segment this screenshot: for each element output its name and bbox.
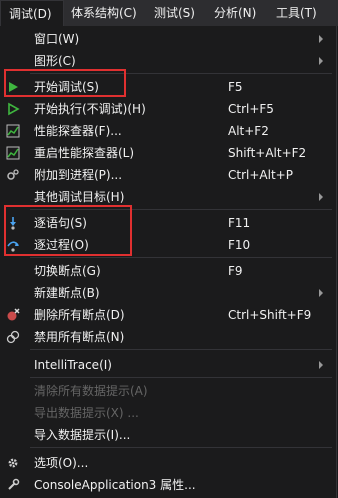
menu-test[interactable]: 测试(S) — [154, 0, 195, 26]
menu-item-label: 导出数据提示(X) ... — [34, 406, 139, 420]
menu-item-start-without-debugging[interactable]: 开始执行(不调试)(H) Ctrl+F5 — [0, 98, 336, 120]
shortcut-label: Ctrl+F5 — [228, 102, 274, 116]
menu-item-label: 清除所有数据提示(A) — [34, 384, 148, 398]
shortcut-label: Ctrl+Shift+F9 — [228, 308, 312, 322]
menu-item-label: 选项(O)... — [34, 456, 89, 470]
menu-bar: 调试(D) 体系结构(C) 测试(S) 分析(N) 工具(T) — [0, 0, 338, 26]
menu-item-delete-all-breakpoints[interactable]: 删除所有断点(D) Ctrl+Shift+F9 — [0, 304, 336, 326]
menu-item-disable-all-breakpoints[interactable]: 禁用所有断点(N) — [0, 326, 336, 348]
menu-item-label: 重启性能探查器(L) — [34, 146, 135, 160]
menu-item-label: 窗口(W) — [34, 32, 80, 46]
menu-separator — [30, 257, 332, 258]
menu-item-import-datatips[interactable]: 导入数据提示(I)... — [0, 424, 336, 446]
shortcut-label: F5 — [228, 80, 243, 94]
submenu-arrow-icon — [319, 289, 323, 297]
menu-separator — [30, 377, 332, 378]
performance-chart-icon — [6, 124, 20, 138]
shortcut-label: Alt+F2 — [228, 124, 269, 138]
menu-item-label: 导入数据提示(I)... — [34, 428, 131, 442]
submenu-arrow-icon — [319, 35, 323, 43]
menu-analyze[interactable]: 分析(N) — [214, 0, 256, 26]
menu-item-window[interactable]: 窗口(W) — [0, 28, 336, 50]
gears-icon — [7, 169, 19, 180]
shortcut-label: F10 — [228, 238, 251, 252]
menu-item-attach-to-process[interactable]: 附加到进程(P)... Ctrl+Alt+P — [0, 164, 336, 186]
menu-item-label: 删除所有断点(D) — [34, 308, 125, 322]
menu-item-options[interactable]: 选项(O)... — [0, 452, 336, 474]
menu-item-export-datatips[interactable]: 导出数据提示(X) ... — [0, 402, 336, 424]
restart-chart-icon — [6, 146, 20, 160]
menu-item-project-properties[interactable]: ConsoleApplication3 属性... — [0, 474, 336, 496]
menu-item-performance-profiler[interactable]: 性能探查器(F)... Alt+F2 — [0, 120, 336, 142]
menu-item-clear-datatips[interactable]: 清除所有数据提示(A) — [0, 380, 336, 402]
menu-item-label: 开始执行(不调试)(H) — [34, 102, 146, 116]
menu-tools[interactable]: 工具(T) — [276, 0, 317, 26]
menu-item-label: 附加到进程(P)... — [34, 168, 123, 182]
wrench-icon — [8, 478, 20, 490]
menu-item-label: ConsoleApplication3 属性... — [34, 478, 196, 492]
menu-item-label: 性能探查器(F)... — [34, 124, 122, 138]
gear-icon — [8, 458, 18, 468]
menu-item-label: 禁用所有断点(N) — [34, 330, 125, 344]
delete-breakpoints-icon — [7, 308, 20, 321]
submenu-arrow-icon — [319, 193, 323, 201]
menu-separator — [30, 447, 332, 448]
submenu-arrow-icon — [319, 361, 323, 369]
highlight-box-start-debugging — [4, 69, 126, 97]
shortcut-label: Shift+Alt+F2 — [228, 146, 307, 160]
menu-item-label: 切换断点(G) — [34, 264, 101, 278]
menu-item-intellitrace[interactable]: IntelliTrace(I) — [0, 354, 336, 376]
highlight-box-step-commands — [4, 205, 132, 256]
menu-item-restart-profiler[interactable]: 重启性能探查器(L) Shift+Alt+F2 — [0, 142, 336, 164]
menu-architecture[interactable]: 体系结构(C) — [71, 0, 137, 26]
menu-separator — [30, 349, 332, 350]
shortcut-label: Ctrl+Alt+P — [228, 168, 293, 182]
menu-item-label: 新建断点(B) — [34, 286, 100, 300]
menu-item-toggle-breakpoint[interactable]: 切换断点(G) F9 — [0, 260, 336, 282]
shortcut-label: F9 — [228, 264, 243, 278]
menu-item-new-breakpoint[interactable]: 新建断点(B) — [0, 282, 336, 304]
menu-debug[interactable]: 调试(D) — [0, 0, 64, 26]
menu-item-label: IntelliTrace(I) — [34, 358, 112, 372]
shortcut-label: F11 — [228, 216, 251, 230]
disable-breakpoints-icon — [6, 330, 20, 344]
submenu-arrow-icon — [319, 57, 323, 65]
play-outline-icon — [8, 102, 20, 116]
